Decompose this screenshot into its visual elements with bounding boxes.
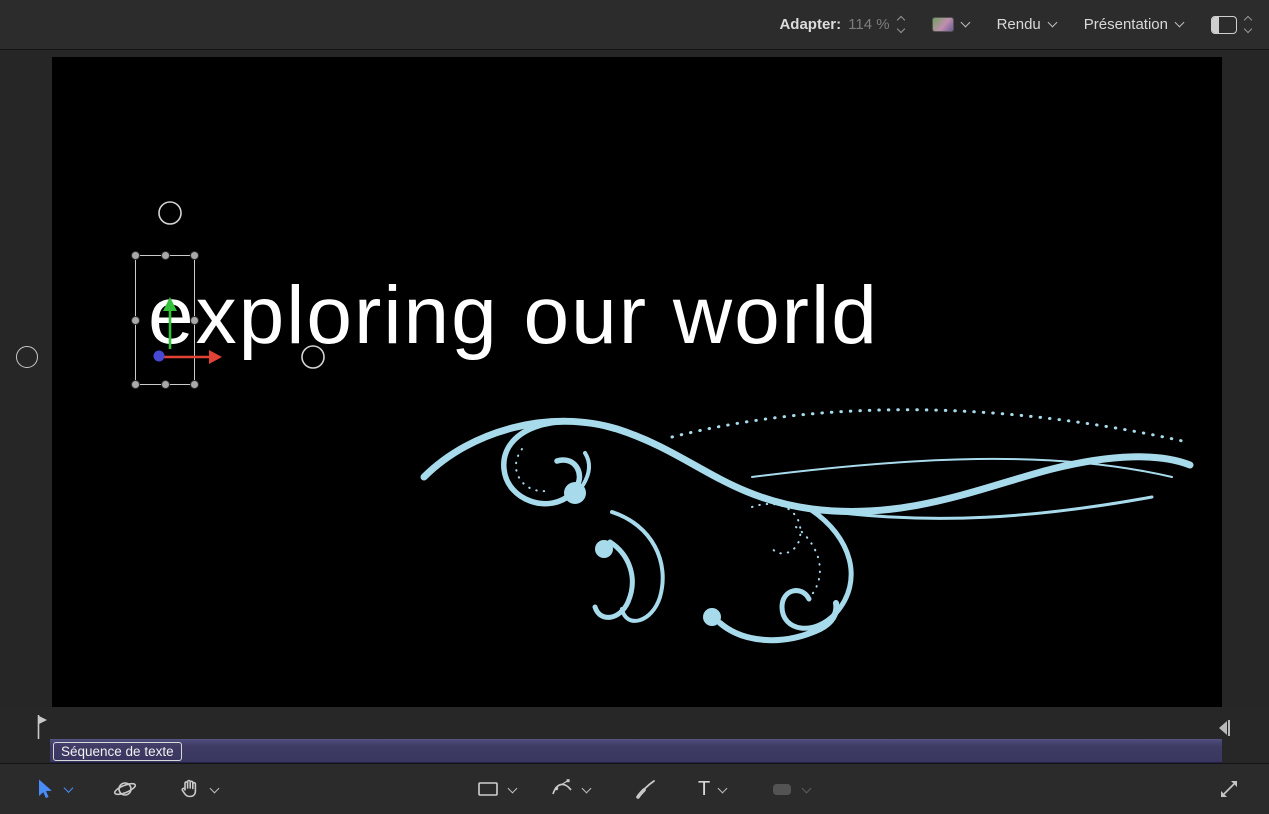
expand-diagonal-icon xyxy=(1221,781,1237,797)
chevron-down-icon xyxy=(1174,17,1185,28)
zoom-stepper-icon[interactable] xyxy=(896,15,905,34)
chevron-down-icon[interactable] xyxy=(581,783,592,793)
window-layout-control[interactable] xyxy=(1211,15,1253,34)
hand-icon xyxy=(181,779,197,798)
expand-timeline-button[interactable] xyxy=(1218,778,1240,800)
zoom-value: 114 % xyxy=(848,16,890,33)
canvas[interactable]: exploring our world xyxy=(52,57,1222,707)
chevron-down-icon[interactable] xyxy=(507,783,518,793)
orbit-sphere-icon xyxy=(113,782,137,796)
image-mask-tool-button[interactable] xyxy=(770,777,812,801)
guide-circle[interactable] xyxy=(16,346,38,368)
timeline-start-marker[interactable] xyxy=(34,713,50,741)
brush-icon xyxy=(636,780,655,799)
layout-stepper-icon[interactable] xyxy=(1243,15,1253,34)
arrow-cursor-icon xyxy=(39,779,52,799)
pen-curve-icon xyxy=(552,779,572,795)
letter-t-icon: T xyxy=(698,778,711,800)
window-layout-icon xyxy=(1211,15,1237,34)
transform-3d-tool-button[interactable] xyxy=(112,777,138,801)
chevron-down-icon[interactable] xyxy=(63,783,74,793)
bezier-tool-button[interactable] xyxy=(550,777,592,801)
paint-stroke-tool-button[interactable] xyxy=(634,777,658,801)
move-up-arrow[interactable] xyxy=(163,297,177,349)
pan-tool-button[interactable] xyxy=(178,777,220,801)
timeline-track-bar[interactable]: Séquence de texte xyxy=(50,739,1222,763)
zoom-control[interactable]: Adapter: 114 % xyxy=(779,15,905,34)
rectangle-icon xyxy=(478,782,498,796)
color-preview-menu[interactable] xyxy=(931,17,971,32)
color-thumbnail-icon xyxy=(931,17,954,32)
view-menu[interactable]: Présentation xyxy=(1083,16,1185,33)
select-tool-button[interactable] xyxy=(34,778,74,801)
render-menu-label: Rendu xyxy=(996,16,1041,33)
view-menu-label: Présentation xyxy=(1083,16,1168,33)
mini-timeline: Séquence de texte xyxy=(0,707,1269,763)
transform-overlay xyxy=(153,201,325,369)
chevron-down-icon xyxy=(1047,17,1058,28)
rectangle-tool-button[interactable] xyxy=(476,777,518,801)
chevron-down-icon[interactable] xyxy=(209,783,220,793)
chevron-down-icon[interactable] xyxy=(717,783,728,793)
motion-window: Adapter: 114 % Rendu Présentation explor… xyxy=(0,0,1269,814)
render-menu[interactable]: Rendu xyxy=(996,16,1058,33)
guide-circle[interactable] xyxy=(301,345,325,369)
anchor-point-dot[interactable] xyxy=(153,350,165,362)
rounded-rect-icon xyxy=(773,784,791,795)
chevron-down-icon[interactable] xyxy=(801,783,812,793)
timeline-end-marker[interactable] xyxy=(1216,715,1232,741)
timeline-track-label[interactable]: Séquence de texte xyxy=(53,741,182,761)
move-right-arrow[interactable] xyxy=(164,350,222,364)
top-toolbar: Adapter: 114 % Rendu Présentation xyxy=(0,0,1269,50)
guide-circle[interactable] xyxy=(158,201,182,225)
zoom-label: Adapter: xyxy=(779,16,842,33)
chevron-down-icon xyxy=(960,17,971,28)
tools-toolbar: T xyxy=(0,763,1269,814)
text-tool-button[interactable]: T xyxy=(698,778,728,800)
